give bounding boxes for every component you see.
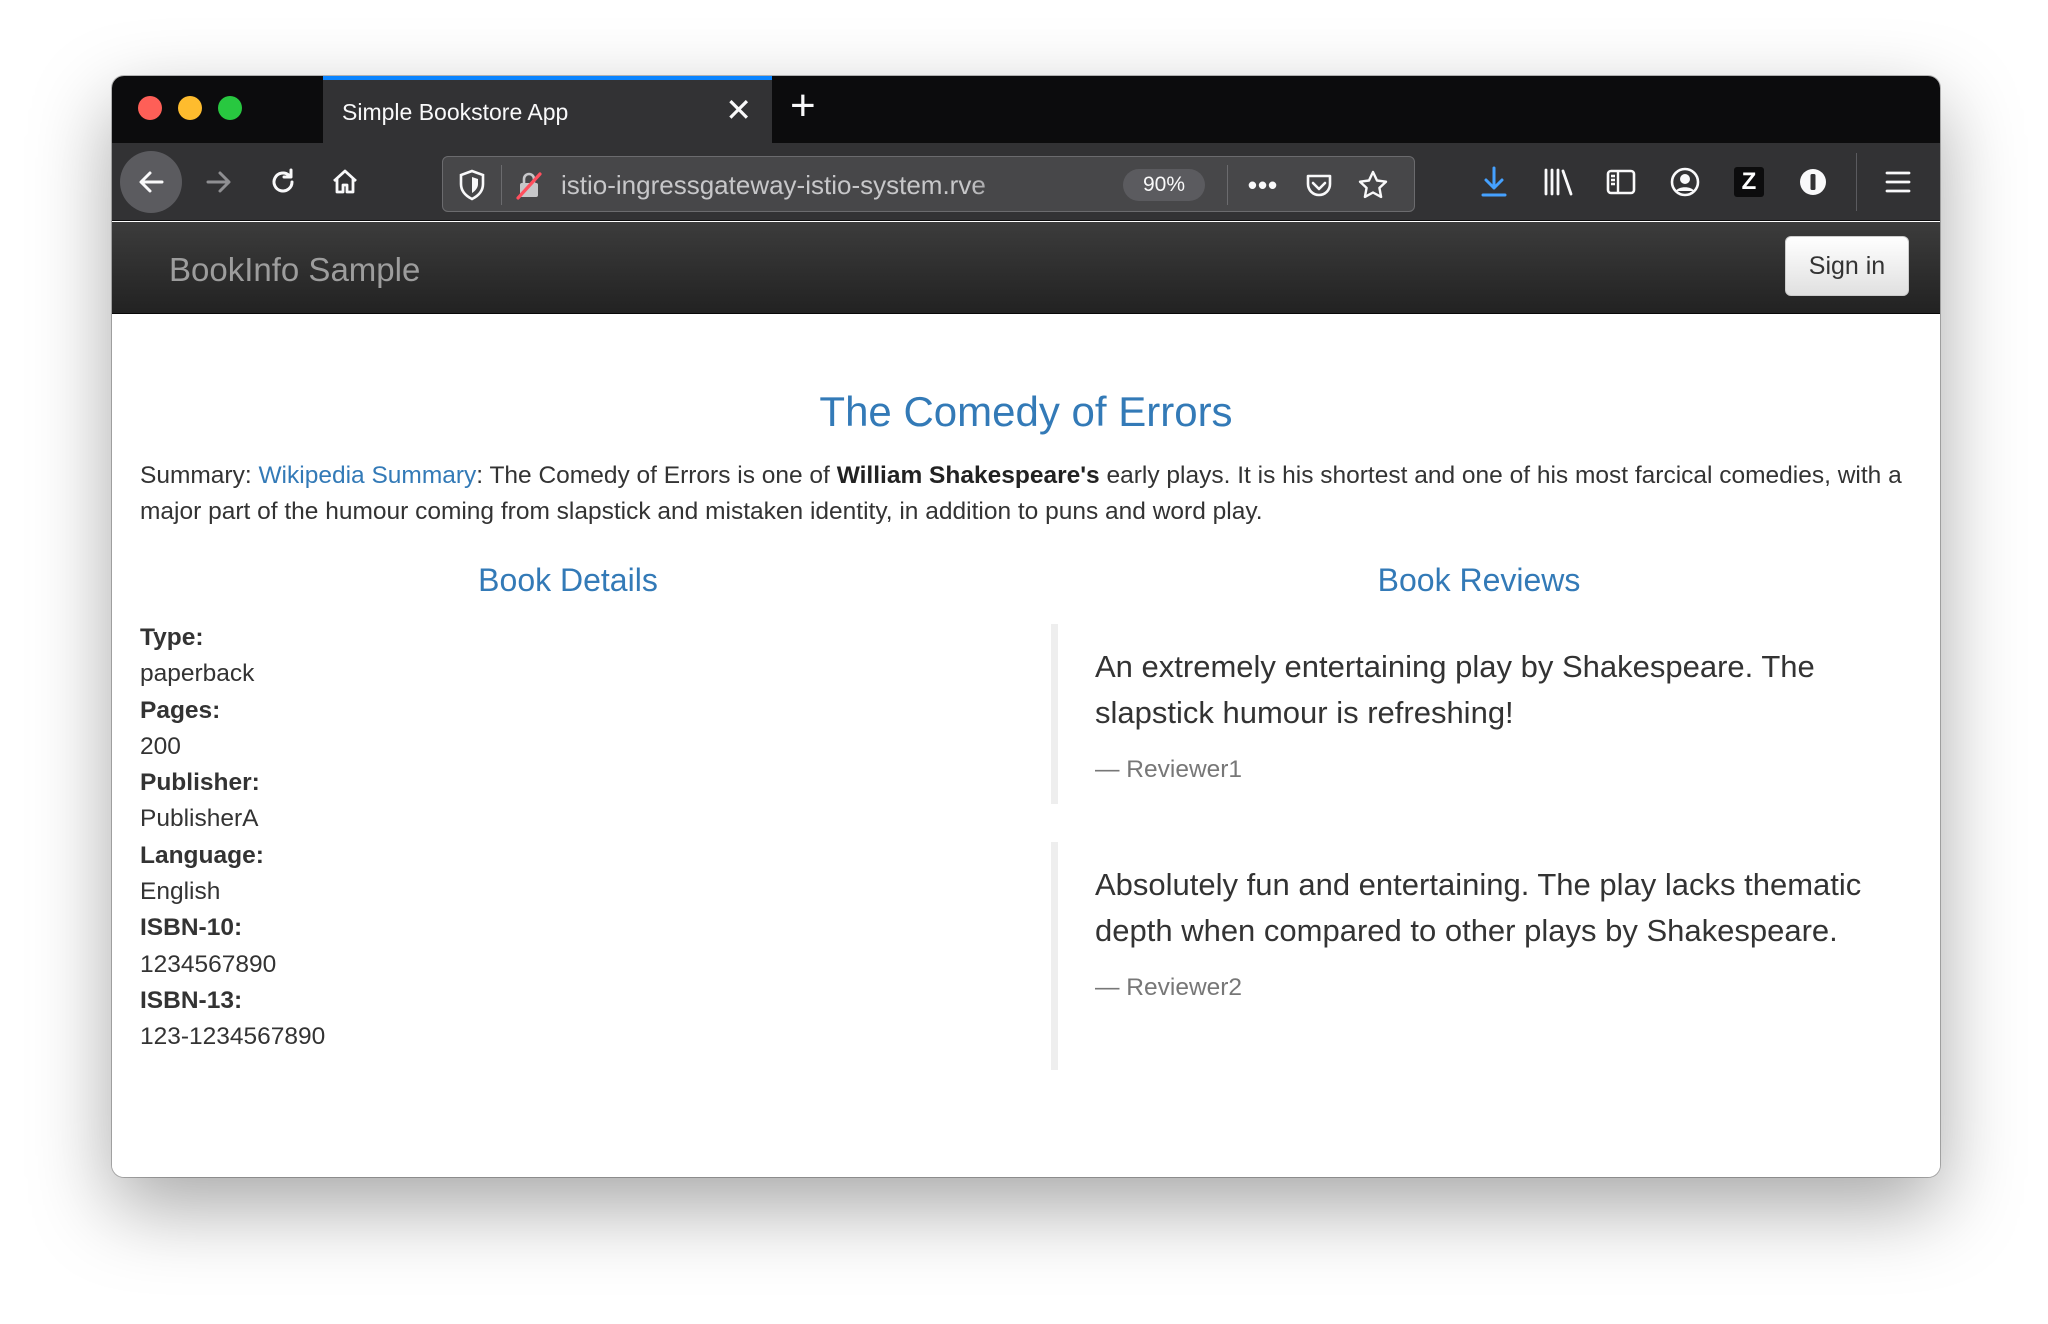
book-title: The Comedy of Errors (819, 388, 1233, 435)
tab-strip: Simple Bookstore App ✕ + (112, 76, 1940, 143)
book-details-list: Type: paperback Pages: 200 Publisher: Pu… (140, 620, 325, 1056)
detail-value-isbn13: 123-1234567890 (140, 1023, 326, 1051)
hamburger-menu-icon[interactable] (1880, 164, 1916, 200)
sidebar-icon[interactable] (1603, 164, 1639, 200)
shield-icon[interactable] (457, 168, 487, 202)
detail-label-type: Type: (140, 624, 204, 651)
download-icon[interactable] (1476, 164, 1512, 200)
detail-label-publisher: Publisher: (140, 769, 260, 797)
detail-value-language: English (140, 878, 221, 906)
book-details-heading: Book Details (478, 562, 658, 598)
minimize-window-button[interactable] (178, 96, 202, 120)
home-icon[interactable] (320, 157, 370, 207)
reload-icon[interactable] (258, 157, 308, 207)
close-window-button[interactable] (138, 96, 162, 120)
pocket-icon[interactable] (1301, 167, 1337, 203)
review-blockquote: Absolutely fun and entertaining. The pla… (1051, 842, 1871, 1070)
account-icon[interactable] (1667, 164, 1703, 200)
site-navbar: BookInfo Sample Sign in (112, 222, 1940, 314)
back-arrow-icon[interactable] (120, 151, 182, 213)
onepassword-icon[interactable] (1795, 164, 1831, 200)
brand-link[interactable]: BookInfo Sample (169, 251, 420, 289)
detail-value-isbn10: 1234567890 (140, 950, 277, 978)
detail-value-pages: 200 (140, 732, 181, 760)
detail-label-pages: Pages: (140, 696, 221, 724)
navigation-toolbar: istio-ingressgateway-istio-system.rve 90… (112, 143, 1940, 221)
z-extension-badge: Z (1734, 167, 1764, 197)
url-separator (501, 165, 502, 205)
close-tab-icon[interactable]: ✕ (725, 94, 752, 126)
forward-arrow-icon[interactable] (194, 157, 244, 207)
review-blockquote: An extremely entertaining play by Shakes… (1051, 624, 1871, 804)
browser-window: Simple Bookstore App ✕ + istio-ingressga… (112, 76, 1940, 1177)
toolbar-separator (1856, 153, 1857, 211)
zoom-level-badge[interactable]: 90% (1123, 169, 1205, 201)
detail-value-type: paperback (140, 660, 255, 688)
summary-text: : The Comedy of Errors is one of (476, 462, 837, 489)
library-icon[interactable] (1540, 164, 1576, 200)
z-extension-icon[interactable]: Z (1731, 164, 1767, 200)
star-icon[interactable] (1355, 167, 1391, 203)
new-tab-button[interactable]: + (790, 84, 816, 128)
tab-title: Simple Bookstore App (342, 99, 569, 125)
url-bar[interactable]: istio-ingressgateway-istio-system.rve 90… (442, 156, 1415, 212)
summary-author: William Shakespeare's (836, 462, 1100, 489)
page-content: BookInfo Sample Sign in The Comedy of Er… (112, 222, 1940, 1177)
review-text: An extremely entertaining play by Shakes… (1095, 649, 1815, 730)
detail-label-isbn13: ISBN-13: (140, 986, 243, 1014)
tab-simple-bookstore[interactable]: Simple Bookstore App ✕ (323, 76, 772, 143)
detail-label-language: Language: (140, 841, 264, 869)
review-text: Absolutely fun and entertaining. The pla… (1095, 867, 1862, 948)
insecure-lock-icon[interactable] (513, 169, 545, 201)
url-text[interactable]: istio-ingressgateway-istio-system.rve (561, 170, 1041, 202)
sign-in-button[interactable]: Sign in (1785, 236, 1909, 296)
more-icon[interactable]: ••• (1245, 167, 1281, 203)
book-reviews-heading: Book Reviews (1377, 562, 1581, 598)
detail-label-isbn10: ISBN-10: (140, 914, 243, 942)
zoom-window-button[interactable] (218, 96, 242, 120)
reviewer-name: — Reviewer1 (1095, 756, 1243, 783)
url-separator (1227, 165, 1228, 205)
wikipedia-summary-link[interactable]: Wikipedia Summary (258, 462, 476, 489)
reviewer-name: — Reviewer2 (1095, 974, 1243, 1001)
summary-label: Summary: (140, 462, 259, 489)
book-summary: Summary: Wikipedia Summary: The Comedy o… (140, 458, 1920, 530)
detail-value-publisher: PublisherA (140, 805, 259, 833)
